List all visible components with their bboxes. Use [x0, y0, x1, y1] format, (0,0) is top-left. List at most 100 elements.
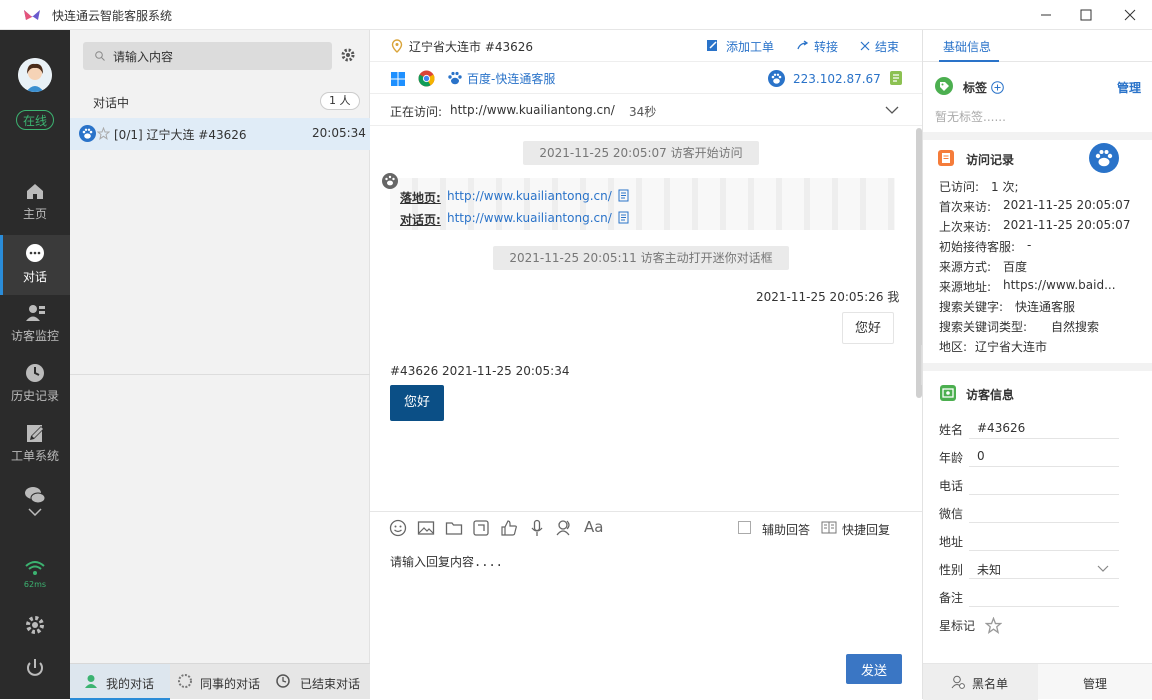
tab-label: 已结束对话 [300, 677, 361, 691]
nav-home[interactable]: 主页 [0, 180, 70, 240]
settings-button[interactable] [24, 614, 46, 639]
minimize-button[interactable] [1024, 0, 1068, 30]
field-underline [969, 550, 1119, 551]
visit-record-link[interactable]: https://www.baid... [1003, 278, 1116, 292]
panel-bottom-tabs: 我的对话 同事的对话 已结束对话 [70, 663, 370, 700]
gender-select[interactable]: 未知 [977, 561, 1001, 578]
tab-colleague-conversations[interactable]: 同事的对话 [170, 664, 268, 700]
baidu-paw-icon [448, 71, 462, 85]
visit-record-value: 2021-11-25 20:05:07 [1003, 218, 1131, 232]
close-icon [860, 41, 870, 51]
visitor-field-label: 年龄 [939, 451, 964, 465]
folder-icon[interactable] [445, 519, 463, 537]
visits-title: 访问记录 [966, 153, 1015, 167]
visitor-info-title: 访客信息 [966, 388, 1015, 402]
colleague-icon [178, 674, 192, 688]
nav-chat[interactable]: 对话 [0, 235, 70, 295]
active-section-header[interactable]: 对话中 1 人 [70, 88, 370, 116]
landing-page-link[interactable]: http://www.kuailiantong.cn/ [447, 189, 612, 203]
section-separator [923, 363, 1152, 371]
screenshot-icon[interactable] [472, 519, 490, 537]
send-button[interactable]: 发送 [846, 654, 902, 684]
font-style-icon[interactable]: Aa [584, 518, 603, 536]
avatar[interactable] [18, 58, 52, 92]
blacklist-button[interactable]: 黑名单 [923, 664, 1038, 700]
gear-icon [341, 48, 355, 62]
search-input[interactable]: 请输入内容 [113, 48, 173, 65]
assist-answer-checkbox[interactable] [738, 521, 751, 534]
visitor-field-label: 地址 [939, 535, 964, 549]
visit-record-value: 自然搜索 [1051, 320, 1100, 334]
nav-history[interactable]: 历史记录 [0, 362, 70, 422]
field-underline [969, 438, 1119, 439]
conversation-item[interactable]: [0/1] 辽宁大连 #43626 20:05:34 [70, 118, 370, 150]
baidu-circle-icon [1089, 143, 1119, 173]
copy-icon[interactable] [618, 189, 629, 202]
visiting-duration: 34秒 [629, 105, 657, 119]
visit-record-link[interactable]: 快连通客服 [1015, 298, 1075, 315]
baidu-circle-icon [768, 70, 785, 87]
section-separator [923, 132, 1152, 140]
section-count-badge: 1 人 [320, 92, 360, 110]
online-status-badge[interactable]: 在线 [16, 110, 54, 130]
maximize-button[interactable] [1064, 0, 1108, 30]
tab-my-conversations[interactable]: 我的对话 [70, 664, 170, 700]
avatar-icon [18, 58, 52, 92]
chevron-down-icon[interactable] [885, 106, 899, 114]
search-box[interactable]: 请输入内容 [83, 42, 332, 70]
reply-input[interactable]: 请输入回复内容.... [390, 553, 503, 570]
close-button[interactable] [1108, 0, 1152, 30]
microphone-icon[interactable] [528, 519, 546, 537]
left-nav: 在线 主页 对话 访客监控 历史记录 工单系统 62ms [0, 30, 70, 699]
visitor-field-label: 性别 [939, 563, 964, 577]
visit-record-value: - [1027, 238, 1032, 252]
chrome-icon [418, 70, 435, 87]
nav-wechat[interactable] [0, 484, 70, 524]
field-underline [969, 466, 1119, 467]
app-title: 快连通云智能客服系统 [52, 9, 173, 23]
copy-icon[interactable] [618, 211, 629, 224]
add-tag-icon[interactable] [991, 81, 1004, 94]
visitor-field-input[interactable]: #43626 [977, 421, 1025, 435]
visitor-field-input[interactable]: 0 [977, 449, 985, 463]
visitor-message-meta: #43626 2021-11-25 20:05:34 [390, 364, 570, 378]
add-ticket-label: 添加工单 [726, 40, 775, 54]
emoji-icon[interactable] [389, 519, 407, 537]
thumbs-up-icon[interactable] [500, 519, 518, 537]
nav-ticket[interactable]: 工单系统 [0, 422, 70, 482]
visit-record-link[interactable]: 辽宁省大连市 [975, 338, 1047, 355]
star-icon[interactable] [985, 617, 1002, 634]
system-message: 2021-11-25 20:05:07 访客开始访问 [370, 141, 912, 165]
visitor-field-label: 星标记 [939, 619, 976, 633]
visit-record-key: 来源方式: [939, 260, 992, 274]
quick-reply-icon[interactable] [821, 521, 837, 534]
visit-record-key: 已访问: [939, 180, 980, 194]
ticket-icon [27, 425, 44, 442]
visit-record-icon [938, 150, 954, 166]
network-status: 62ms [0, 560, 70, 589]
nav-ticket-label: 工单系统 [10, 449, 59, 463]
tab-ended-conversations[interactable]: 已结束对话 [270, 664, 370, 700]
power-button[interactable] [24, 657, 46, 682]
conversation-panel: 请输入内容 对话中 1 人 [0/1] 辽宁大连 #43626 20:05:34… [70, 30, 370, 700]
minimize-icon [1041, 14, 1051, 16]
dialog-page-link[interactable]: http://www.kuailiantong.cn/ [447, 211, 612, 225]
nav-monitor[interactable]: 访客监控 [0, 302, 70, 362]
dialog-page-label: 对话页: [400, 213, 441, 227]
latency-label: 62ms [23, 580, 47, 589]
image-icon[interactable] [417, 519, 435, 537]
panel-settings-button[interactable] [340, 47, 356, 66]
visitor-info-icon [940, 385, 956, 401]
system-message-text: 2021-11-25 20:05:11 访客主动打开迷你对话框 [493, 246, 789, 270]
quick-reply-label[interactable]: 快捷回复 [842, 521, 890, 538]
visit-record-value: 1 次; [991, 180, 1019, 194]
field-underline [969, 494, 1119, 495]
history-icon [26, 364, 44, 382]
tags-manage-link[interactable]: 管理 [1117, 79, 1141, 96]
title-bar: 快连通云智能客服系统 [0, 0, 1152, 30]
star-icon[interactable] [97, 127, 110, 140]
manage-button[interactable]: 管理 [1083, 675, 1107, 692]
user-icon [85, 675, 97, 688]
tab-basic-info[interactable]: 基础信息 [943, 38, 991, 55]
voice-recognition-icon[interactable] [555, 519, 573, 537]
